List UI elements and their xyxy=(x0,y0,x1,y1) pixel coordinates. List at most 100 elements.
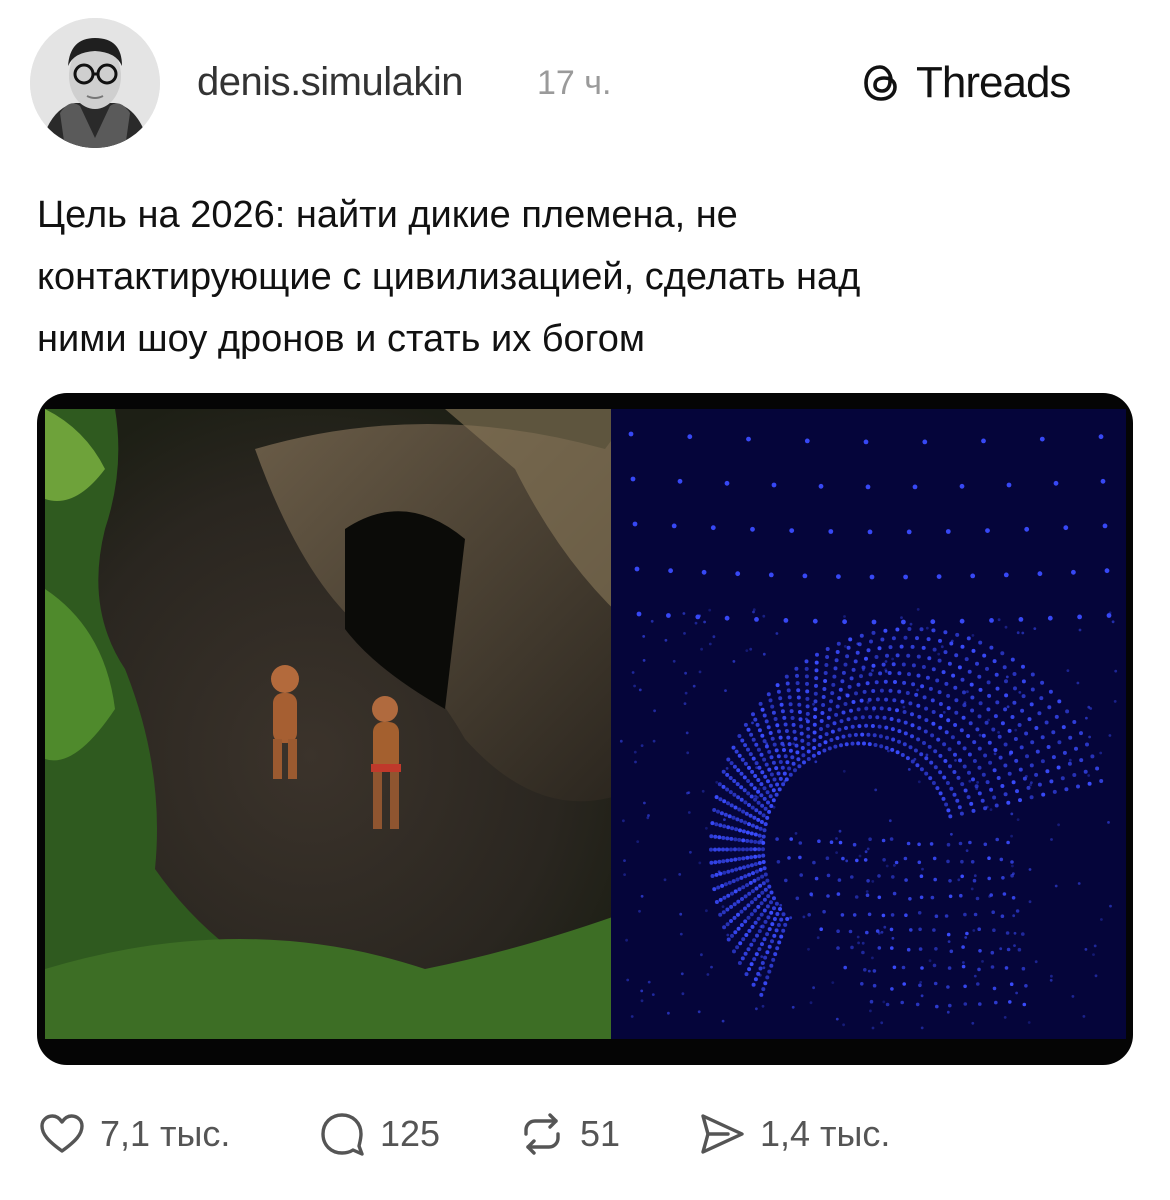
drone-light xyxy=(881,662,886,667)
drone-light xyxy=(630,476,636,482)
drone-light xyxy=(889,837,894,841)
drone-light xyxy=(683,632,686,635)
drone-light xyxy=(852,842,857,847)
drone-light xyxy=(729,836,734,841)
drone-light xyxy=(871,1026,875,1030)
threads-brand[interactable]: Threads xyxy=(858,58,1071,108)
drone-light xyxy=(865,681,870,686)
drone-light xyxy=(779,934,784,939)
drone-light xyxy=(763,887,768,892)
drone-light xyxy=(1021,664,1025,669)
drone-light xyxy=(1030,672,1035,677)
drone-light xyxy=(1034,772,1039,777)
drone-light xyxy=(1012,672,1017,676)
drone-light xyxy=(1053,480,1059,486)
drone-light xyxy=(929,842,934,846)
like-action[interactable]: 7,1 тыс. xyxy=(38,1110,230,1158)
drone-light xyxy=(952,792,957,797)
drone-light xyxy=(994,672,999,677)
drone-light xyxy=(800,746,805,750)
share-action[interactable]: 1,4 тыс. xyxy=(698,1110,890,1158)
drone-light xyxy=(933,749,938,754)
drone-light xyxy=(869,1009,872,1013)
drone-light xyxy=(871,630,876,635)
comments-count: 125 xyxy=(380,1113,441,1154)
drone-light xyxy=(856,642,860,646)
drone-light xyxy=(1087,781,1092,786)
drone-light xyxy=(1107,821,1110,824)
drone-light xyxy=(920,684,925,689)
drone-light xyxy=(750,526,755,532)
drone-light xyxy=(990,950,995,955)
drone-light xyxy=(737,734,742,738)
drone-light xyxy=(948,879,952,883)
drone-light xyxy=(1000,914,1005,918)
drone-light xyxy=(944,681,949,686)
drone-light xyxy=(801,753,806,758)
drone-light xyxy=(783,722,788,727)
drone-light xyxy=(759,901,764,906)
drone-light xyxy=(960,644,965,649)
drone-light xyxy=(910,734,914,739)
drone-light xyxy=(963,788,968,793)
drone-light xyxy=(750,924,755,929)
drone-light xyxy=(903,574,908,580)
drone-light xyxy=(725,858,730,863)
drone-light xyxy=(732,915,737,920)
drone-light xyxy=(757,847,761,852)
drone-light xyxy=(769,890,774,895)
drone-light xyxy=(746,915,751,920)
drone-light xyxy=(948,1003,952,1008)
drone-light xyxy=(838,687,843,692)
drone-light xyxy=(856,741,861,746)
drone-light xyxy=(775,946,780,951)
drone-light xyxy=(814,876,819,881)
drone-light xyxy=(994,1000,998,1005)
drone-light xyxy=(925,675,930,680)
drone-light xyxy=(1007,728,1012,733)
drone-light xyxy=(883,925,887,929)
drone-light xyxy=(1068,758,1072,762)
drone-light xyxy=(1065,709,1070,714)
comment-action[interactable]: 125 xyxy=(318,1110,440,1158)
drone-light xyxy=(867,969,871,973)
drone-light xyxy=(739,771,744,776)
post-media[interactable] xyxy=(37,393,1133,1065)
drone-light xyxy=(772,933,777,938)
drone-light xyxy=(778,776,783,781)
drone-light xyxy=(664,638,668,642)
drone-light xyxy=(762,966,766,970)
drone-light xyxy=(952,770,957,774)
drone-light xyxy=(1010,715,1015,719)
drone-light xyxy=(934,914,939,918)
drone-light xyxy=(938,638,942,643)
drone-light xyxy=(760,961,765,965)
drone-light xyxy=(836,574,841,579)
drone-light xyxy=(917,726,922,731)
drone-light xyxy=(728,790,733,795)
drone-light xyxy=(924,756,929,761)
repost-action[interactable]: 51 xyxy=(518,1110,620,1158)
drone-light xyxy=(813,707,818,712)
drone-light xyxy=(946,859,950,864)
drone-light xyxy=(814,676,819,681)
drone-light xyxy=(727,814,732,819)
drone-light xyxy=(722,895,727,900)
avatar[interactable] xyxy=(30,18,160,148)
drone-light xyxy=(747,822,751,827)
username[interactable]: denis.simulakin xyxy=(197,60,463,105)
drone-light xyxy=(931,721,936,726)
drone-light xyxy=(943,650,948,655)
drone-light xyxy=(961,715,966,720)
drone-light xyxy=(985,780,990,785)
drone-light xyxy=(794,832,798,835)
drone-light xyxy=(752,878,757,883)
drone-light xyxy=(931,667,936,672)
drone-light xyxy=(920,994,924,998)
drone-light xyxy=(888,688,893,693)
drone-light xyxy=(786,735,791,740)
drone-light xyxy=(1006,947,1011,952)
drone-light xyxy=(917,780,921,784)
drone-light xyxy=(778,907,782,911)
drone-light xyxy=(823,679,828,683)
